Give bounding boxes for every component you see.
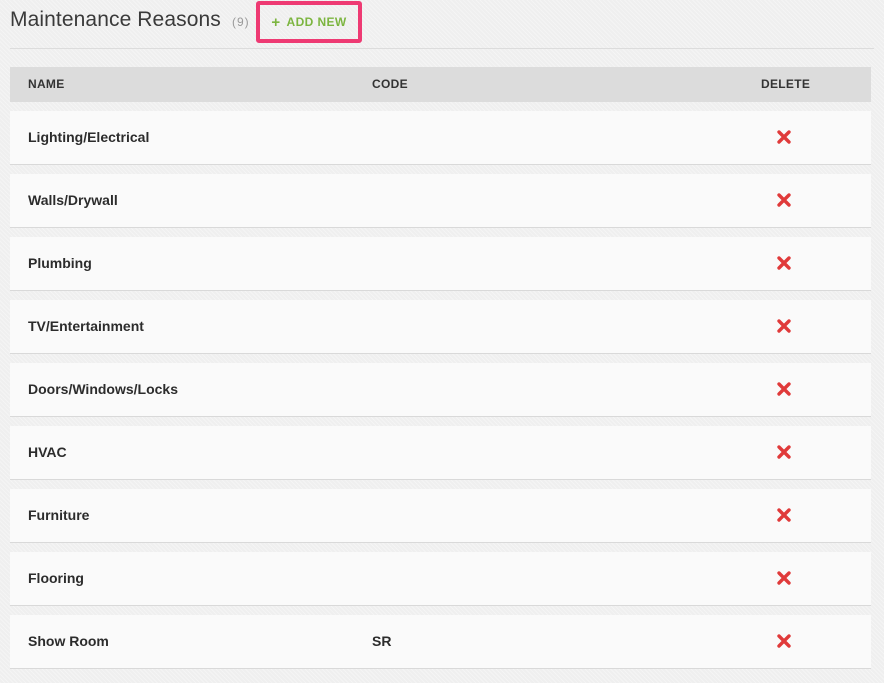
table-row[interactable]: Flooring [10,552,871,606]
close-icon [777,634,791,648]
delete-button[interactable] [775,317,793,335]
reason-name: Furniture [28,507,90,523]
close-icon [777,382,791,396]
close-icon [777,571,791,585]
table-row[interactable]: Furniture [10,489,871,543]
add-new-label: ADD NEW [286,15,347,29]
add-new-button[interactable]: + ADD NEW [256,1,362,43]
table-row[interactable]: HVAC [10,426,871,480]
close-icon [777,319,791,333]
delete-button[interactable] [775,569,793,587]
table-body: Lighting/Electrical Walls/Drywall Plumbi… [10,111,871,678]
plus-icon: + [271,13,281,31]
delete-button[interactable] [775,380,793,398]
column-header-delete: DELETE [761,77,811,91]
reason-name: HVAC [28,444,67,460]
delete-button[interactable] [775,254,793,272]
delete-button[interactable] [775,128,793,146]
reason-name: Lighting/Electrical [28,129,150,145]
delete-button[interactable] [775,191,793,209]
reason-code: SR [372,633,392,649]
table-row[interactable]: Walls/Drywall [10,174,871,228]
table-header: NAME CODE DELETE [10,67,871,102]
close-icon [777,256,791,270]
column-header-name[interactable]: NAME [28,67,65,102]
delete-button[interactable] [775,443,793,461]
close-icon [777,508,791,522]
close-icon [777,445,791,459]
column-header-code[interactable]: CODE [372,67,408,102]
close-icon [777,130,791,144]
page-title: Maintenance Reasons [10,8,221,31]
item-count: (9) [232,15,250,29]
reason-name: Plumbing [28,255,92,271]
table-row[interactable]: TV/Entertainment [10,300,871,354]
reason-name: Doors/Windows/Locks [28,381,179,397]
page-header: Maintenance Reasons (9) + ADD NEW [10,0,874,49]
delete-button[interactable] [775,632,793,650]
table-row[interactable]: Plumbing [10,237,871,291]
table-row[interactable]: Show Room SR [10,615,871,669]
reason-name: Flooring [28,570,84,586]
table-row[interactable]: Doors/Windows/Locks [10,363,871,417]
reason-name: Show Room [28,633,109,649]
close-icon [777,193,791,207]
delete-button[interactable] [775,506,793,524]
reason-name: Walls/Drywall [28,192,118,208]
table-row[interactable]: Lighting/Electrical [10,111,871,165]
reason-name: TV/Entertainment [28,318,144,334]
